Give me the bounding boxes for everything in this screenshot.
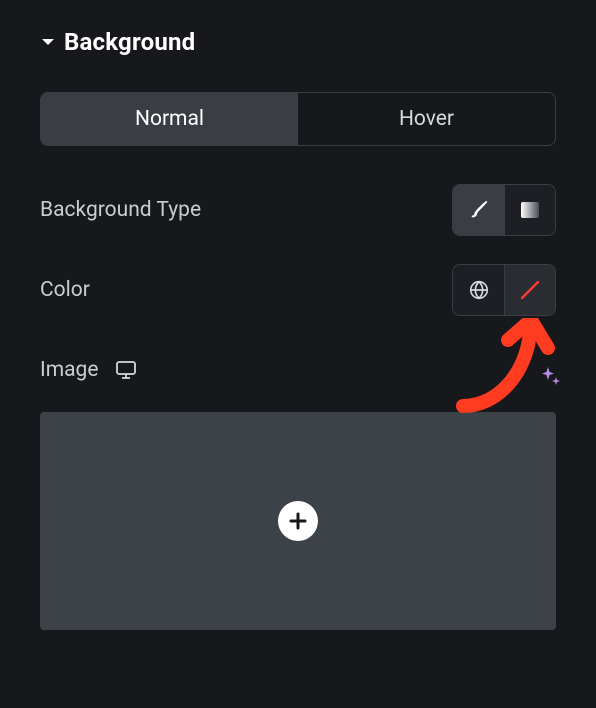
color-controls: [452, 264, 556, 316]
gradient-icon: [519, 199, 541, 221]
add-image-button[interactable]: [278, 501, 318, 541]
tab-hover-label: Hover: [399, 107, 454, 131]
state-tabs: Normal Hover: [40, 92, 556, 146]
row-image: Image: [40, 342, 556, 398]
no-color-icon: [517, 277, 543, 303]
tab-normal[interactable]: Normal: [41, 93, 298, 145]
globe-icon: [468, 279, 490, 301]
section-title: Background: [64, 28, 195, 56]
brush-icon: [468, 199, 490, 221]
desktop-icon[interactable]: [114, 358, 138, 382]
background-type-toggle: [452, 184, 556, 236]
background-type-classic-button[interactable]: [453, 185, 504, 235]
image-upload-area[interactable]: [40, 412, 556, 630]
global-color-button[interactable]: [453, 265, 504, 315]
row-background-type: Background Type: [40, 182, 556, 238]
color-label: Color: [40, 278, 90, 302]
tab-hover[interactable]: Hover: [298, 93, 555, 145]
chevron-down-icon: [40, 34, 56, 50]
background-type-gradient-button[interactable]: [504, 185, 555, 235]
section-header[interactable]: Background: [40, 28, 556, 56]
tab-normal-label: Normal: [135, 107, 204, 131]
background-type-label: Background Type: [40, 198, 201, 222]
image-label: Image: [40, 358, 98, 382]
row-color: Color: [40, 262, 556, 318]
plus-icon: [288, 511, 308, 531]
color-swatch-button[interactable]: [504, 265, 555, 315]
